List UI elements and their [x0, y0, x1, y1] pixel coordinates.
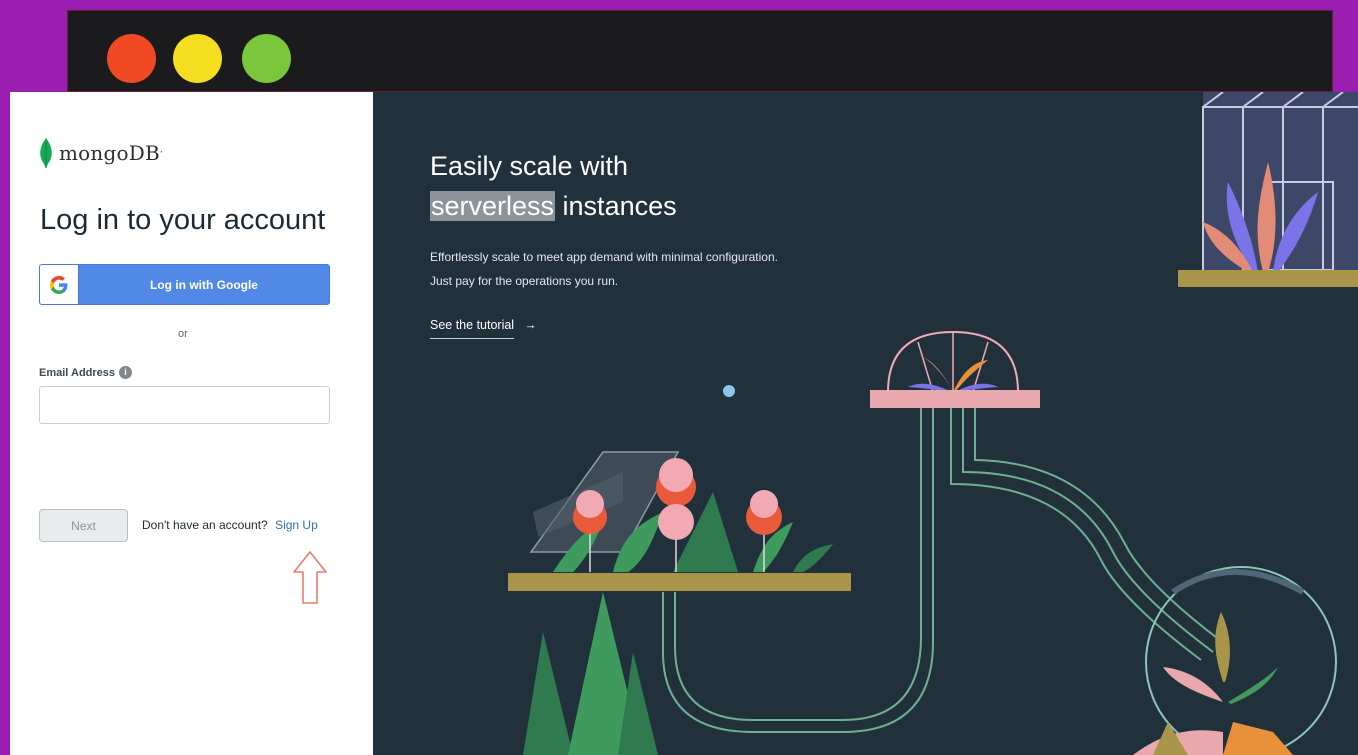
email-label-text: Email Address: [39, 366, 116, 379]
email-input[interactable]: [39, 386, 330, 424]
arrow-right-icon: →: [524, 318, 537, 332]
info-icon[interactable]: i: [119, 366, 133, 379]
mongodb-logo[interactable]: mongoDB.: [39, 138, 163, 168]
promo-title-highlight: serverless: [430, 191, 556, 221]
mongodb-leaf-icon: [40, 138, 52, 168]
see-tutorial-link[interactable]: See the tutorial →: [430, 318, 537, 339]
signup-link[interactable]: Sign Up: [275, 518, 318, 532]
signup-row: Don't have an account? Sign Up: [142, 518, 318, 532]
next-button[interactable]: Next: [39, 509, 128, 542]
promo-panel: Easily scale with serverless instances E…: [373, 92, 1358, 755]
login-panel: mongoDB. Log in to your account Log in w…: [10, 92, 373, 755]
or-divider: or: [178, 328, 188, 340]
email-label: Email Address i: [39, 366, 133, 379]
google-g-icon: [40, 265, 79, 304]
minimize-window-button[interactable]: [173, 34, 222, 83]
page-title: Log in to your account: [40, 204, 326, 236]
promo-title: Easily scale with serverless instances: [430, 146, 677, 226]
close-window-button[interactable]: [107, 34, 156, 83]
maximize-window-button[interactable]: [242, 34, 291, 83]
up-arrow-icon: [293, 551, 327, 604]
window-titlebar: [67, 10, 1333, 92]
logo-text: mongoDB.: [59, 141, 164, 165]
promo-description: Effortlessly scale to meet app demand wi…: [430, 250, 778, 288]
promo-title-line1: Easily scale with: [430, 151, 629, 181]
no-account-text: Don't have an account?: [142, 518, 268, 532]
google-login-button[interactable]: Log in with Google: [39, 264, 330, 305]
promo-title-rest: instances: [562, 191, 677, 221]
google-button-label: Log in with Google: [150, 277, 258, 292]
tutorial-link-text: See the tutorial: [430, 318, 515, 339]
